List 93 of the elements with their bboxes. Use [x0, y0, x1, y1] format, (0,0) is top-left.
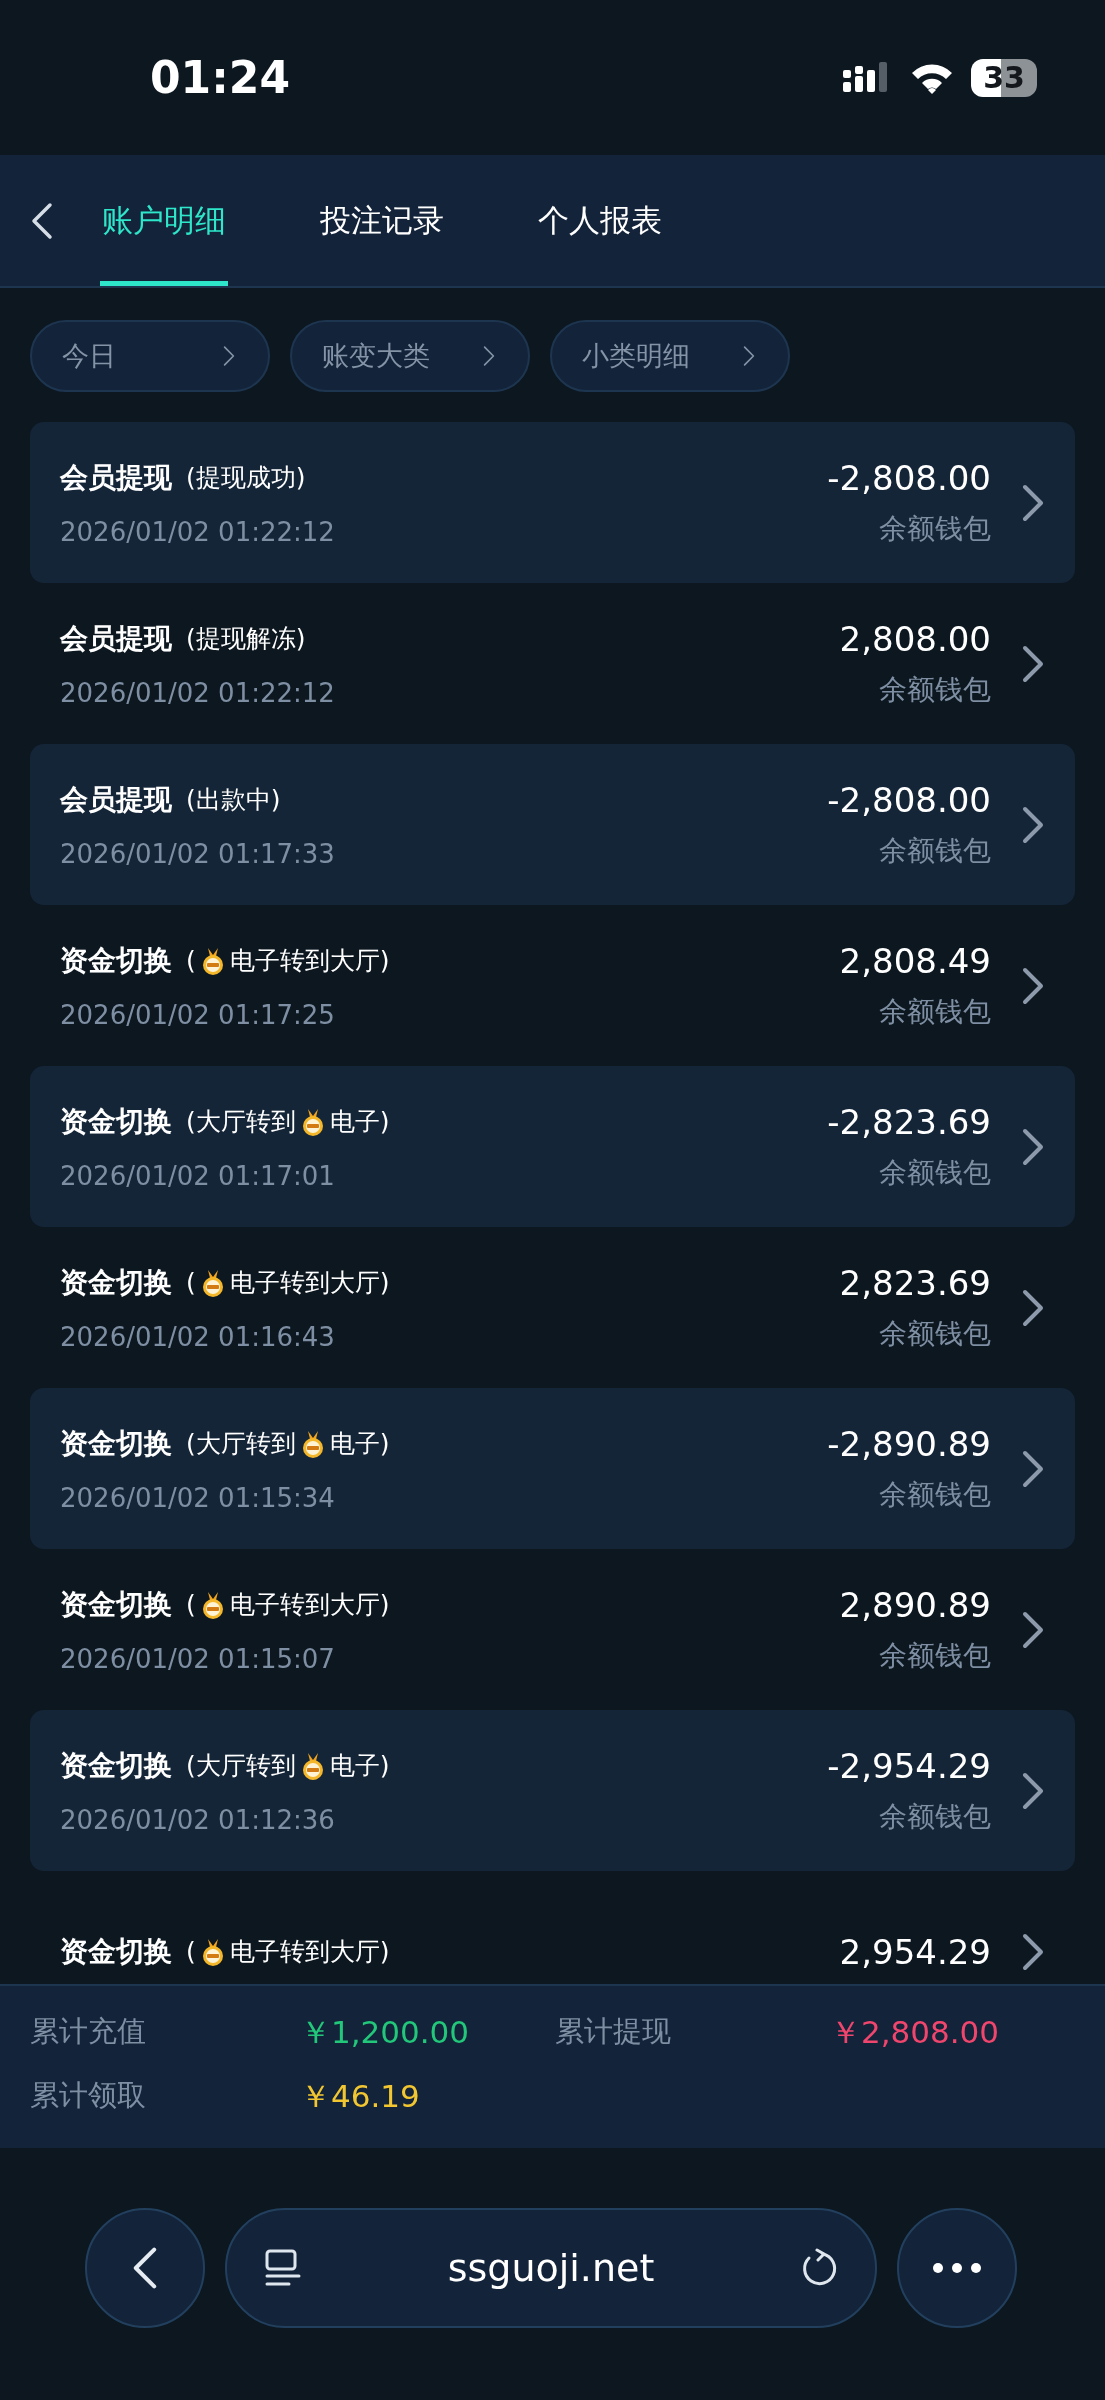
chevron-icon [1021, 804, 1045, 845]
wallet-label: 余额钱包 [879, 1315, 991, 1352]
tab[interactable]: 投注记录 [318, 155, 446, 286]
url-text: ssguoji.net [447, 2246, 655, 2290]
wallet-label: 余额钱包 [879, 1637, 991, 1674]
summary-value: ￥46.19 [300, 2077, 421, 2116]
record-row[interactable]: 资金切换 ( 电子转到大厅) 2026/01/02 01:17:25 2,808.49 余额钱包 [30, 905, 1075, 1066]
record-card[interactable]: 资金切换 (大厅转到 电子) 2026/01/02 01:17:01 -2,823.69 余额钱包 [30, 1066, 1075, 1227]
chevron-icon [1021, 482, 1045, 523]
record-card[interactable]: 会员提现 (出款中) 2026/01/02 01:17:33 -2,808.00 余额钱包 [30, 744, 1075, 905]
record-row[interactable]: 资金切换 ( 电子转到大厅) 2026/01/02 01:16:43 2,823.69 余额钱包 [30, 1227, 1075, 1388]
record-detail: (提现解冻) [186, 623, 306, 655]
record-detail: (大厅转到 [186, 1106, 296, 1138]
chevron-icon [1021, 1126, 1045, 1167]
wallet-label: 余额钱包 [879, 510, 991, 547]
summary-label: 累计领取 [30, 2077, 147, 2114]
record-date: 2026/01/02 01:15:07 [60, 1643, 336, 1674]
record-date: 2026/01/02 01:22:12 [60, 516, 336, 547]
wallet-label: 余额钱包 [879, 1154, 991, 1191]
chevron-icon [1021, 1448, 1045, 1489]
record-detail: (提现成功) [186, 462, 306, 494]
chevron-icon [1021, 1770, 1045, 1811]
filter-dropdown[interactable]: 今日 [30, 320, 270, 392]
wallet-label: 余额钱包 [879, 993, 991, 1030]
record-detail: 电子转到大厅) [229, 1267, 390, 1299]
record-detail: (大厅转到 [186, 1428, 296, 1460]
record-amount: 2,823.69 [839, 1262, 991, 1303]
record-detail: 电子) [329, 1428, 390, 1460]
record-title: 资金切换 [60, 942, 172, 979]
more-icon [932, 2262, 982, 2274]
record-detail: ( [186, 1590, 196, 1619]
filter-dropdown[interactable]: 小类明细 [550, 320, 790, 392]
record-title: 会员提现 [60, 620, 172, 657]
record-date: 2026/01/02 01:15:34 [60, 1482, 336, 1513]
summary-label: 累计充值 [30, 2013, 147, 2050]
record-card[interactable]: 资金切换 (大厅转到 电子) 2026/01/02 01:12:36 -2,954.29 余额钱包 [30, 1710, 1075, 1871]
summary-label: 累计提现 [555, 2013, 672, 2050]
chevron-icon [1021, 965, 1045, 1006]
record-detail: 电子) [329, 1750, 390, 1782]
tab[interactable]: 账户明细 [100, 155, 228, 286]
summary-value: ￥1,200.00 [300, 2013, 471, 2052]
record-amount: -2,808.00 [827, 779, 991, 820]
record-amount: 2,954.29 [839, 1931, 991, 1972]
record-detail: 电子转到大厅) [229, 1936, 390, 1968]
record-detail: ( [186, 1268, 196, 1297]
status-time: 01:24 [150, 52, 291, 103]
record-amount: 2,808.00 [839, 618, 991, 659]
record-title: 资金切换 [60, 1747, 172, 1784]
record-title: 会员提现 [60, 781, 172, 818]
wallet-label: 余额钱包 [879, 832, 991, 869]
record-amount: -2,808.00 [827, 457, 991, 498]
summary-value: ￥2,808.00 [830, 2013, 1001, 2052]
record-amount: -2,954.29 [827, 1745, 991, 1786]
record-date: 2026/01/02 01:17:33 [60, 838, 336, 869]
record-detail: (出款中) [186, 784, 281, 816]
record-amount: 2,890.89 [839, 1584, 991, 1625]
record-detail: ( [186, 946, 196, 975]
record-date: 2026/01/02 01:22:12 [60, 677, 336, 708]
chevron-icon [1021, 1287, 1045, 1328]
record-detail: (大厅转到 [186, 1750, 296, 1782]
record-title: 资金切换 [60, 1264, 172, 1301]
record-title: 资金切换 [60, 1586, 172, 1623]
filter-dropdown[interactable]: 账变大类 [290, 320, 530, 392]
record-detail: ( [186, 1937, 196, 1966]
record-date: 2026/01/02 01:12:36 [60, 1804, 336, 1835]
back-icon [30, 200, 54, 241]
record-detail: 电子转到大厅) [229, 1589, 390, 1621]
reader-icon [263, 2248, 303, 2288]
address-bar[interactable]: ssguoji.net [225, 2208, 877, 2328]
record-row[interactable]: 会员提现 (提现解冻) 2026/01/02 01:22:12 2,808.00 余额钱包 [30, 583, 1075, 744]
record-date: 2026/01/02 01:17:01 [60, 1160, 336, 1191]
record-title: 资金切换 [60, 1425, 172, 1462]
record-amount: -2,823.69 [827, 1101, 991, 1142]
record-title: 资金切换 [60, 1103, 172, 1140]
chevron-icon [1021, 1609, 1045, 1650]
record-date: 2026/01/02 01:16:43 [60, 1321, 336, 1352]
chevron-icon [1021, 643, 1045, 684]
chevron-icon [1021, 1931, 1045, 1972]
record-row[interactable]: 资金切换 ( 电子转到大厅) 2,954.29 [30, 1871, 1075, 1984]
record-row[interactable]: 资金切换 ( 电子转到大厅) 2026/01/02 01:15:07 2,890.89 余额钱包 [30, 1549, 1075, 1710]
wallet-label: 余额钱包 [879, 1476, 991, 1513]
record-date: 2026/01/02 01:17:25 [60, 999, 336, 1030]
tab[interactable]: 个人报表 [536, 155, 664, 286]
record-detail: 电子转到大厅) [229, 945, 390, 977]
record-card[interactable]: 资金切换 (大厅转到 电子) 2026/01/02 01:15:34 -2,890.89 余额钱包 [30, 1388, 1075, 1549]
wallet-label: 余额钱包 [879, 671, 991, 708]
record-card[interactable]: 会员提现 (提现成功) 2026/01/02 01:22:12 -2,808.00 余额钱包 [30, 422, 1075, 583]
record-title: 资金切换 [60, 1933, 172, 1970]
record-amount: 2,808.49 [839, 940, 991, 981]
record-title: 会员提现 [60, 459, 172, 496]
wallet-label: 余额钱包 [879, 1798, 991, 1835]
record-detail: 电子) [329, 1106, 390, 1138]
record-amount: -2,890.89 [827, 1423, 991, 1464]
